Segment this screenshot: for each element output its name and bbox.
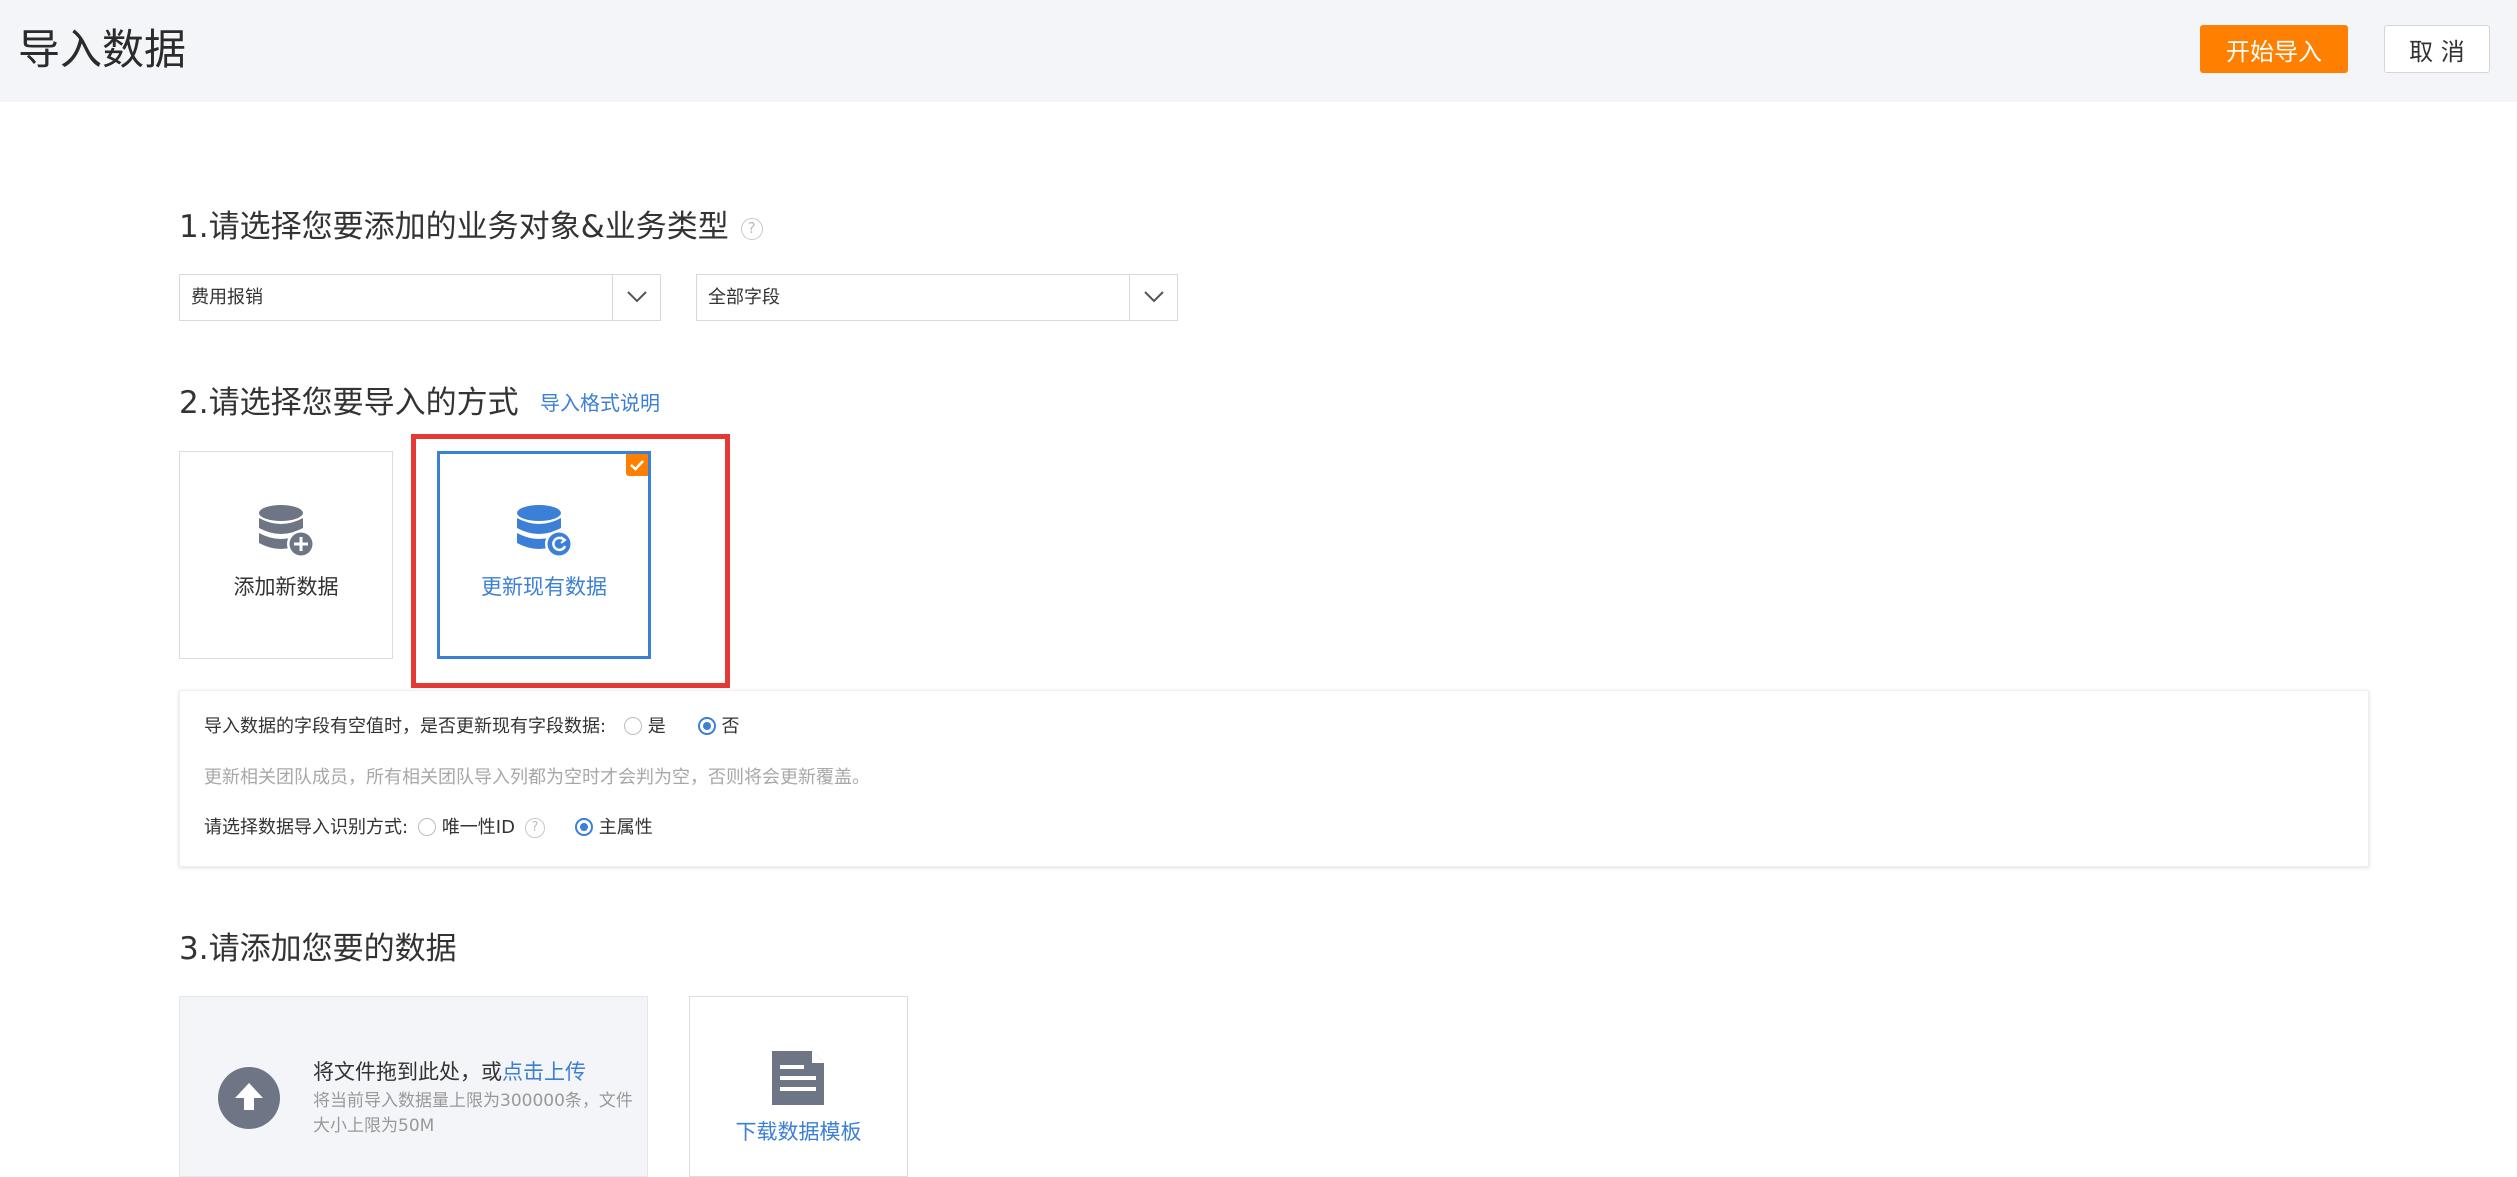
drop-text-line: 将文件拖到此处，或点击上传 xyxy=(313,1057,586,1087)
business-object-select[interactable]: 费用报销 xyxy=(179,274,661,321)
import-format-link[interactable]: 导入格式说明 xyxy=(540,388,660,418)
radio-icon xyxy=(623,717,642,735)
radio-yes[interactable]: 是 xyxy=(623,713,666,741)
radio-no[interactable]: 否 xyxy=(697,713,740,741)
help-icon[interactable]: ? xyxy=(740,217,763,240)
download-template-label: 下载数据模板 xyxy=(735,1120,862,1144)
update-note: 更新相关团队成员，所有相关团队导入列都为空时才会判为空，否则将会更新覆盖。 xyxy=(204,767,870,788)
start-import-button[interactable]: 开始导入 xyxy=(2200,25,2348,73)
method-card-label: 添加新数据 xyxy=(233,575,339,599)
empty-value-question: 导入数据的字段有空值时，是否更新现有字段数据: xyxy=(204,716,607,737)
radio-icon xyxy=(417,818,436,836)
check-icon xyxy=(626,454,648,476)
page-title: 导入数据 xyxy=(18,25,187,74)
business-type-value: 全部字段 xyxy=(708,287,780,308)
business-object-value: 费用报销 xyxy=(191,287,263,308)
help-icon[interactable]: ? xyxy=(524,818,545,838)
radio-unique-id[interactable]: 唯一性ID xyxy=(417,814,515,842)
business-type-select[interactable]: 全部字段 xyxy=(696,274,1178,321)
database-add-icon xyxy=(257,504,317,564)
page-header: 导入数据 开始导入 取 消 xyxy=(0,0,2517,102)
chevron-down-icon[interactable] xyxy=(612,275,660,320)
radio-label: 主属性 xyxy=(598,817,653,838)
click-upload-link[interactable]: 点击上传 xyxy=(502,1060,586,1084)
download-template-card[interactable]: 下载数据模板 xyxy=(689,996,908,1177)
empty-value-row: 导入数据的字段有空值时，是否更新现有字段数据: 是 否 xyxy=(204,713,740,741)
identify-question: 请选择数据导入识别方式: xyxy=(204,817,409,838)
step1-section-title: 1.请选择您要添加的业务对象&业务类型? xyxy=(179,207,763,247)
radio-icon xyxy=(697,717,716,735)
radio-label: 否 xyxy=(721,716,740,737)
upload-limit-text: 将当前导入数据量上限为300000条，文件大小上限为50M xyxy=(313,1091,633,1136)
update-options-panel: 导入数据的字段有空值时，是否更新现有字段数据: 是 否 更新相关团队成员，所有相… xyxy=(179,690,2369,867)
chevron-down-icon[interactable] xyxy=(1129,275,1177,320)
step3-title: 3.请添加您要的数据 xyxy=(179,931,457,967)
file-dropzone[interactable]: 将文件拖到此处，或点击上传 将当前导入数据量上限为300000条，文件大小上限为… xyxy=(179,996,648,1177)
radio-label: 是 xyxy=(647,716,666,737)
method-card-label: 更新现有数据 xyxy=(481,575,607,599)
radio-icon xyxy=(574,818,593,836)
identify-row: 请选择数据导入识别方式: 唯一性ID? 主属性 xyxy=(204,814,653,842)
database-refresh-icon xyxy=(515,504,575,564)
method-card-update[interactable]: 更新现有数据 xyxy=(437,451,651,659)
upload-icon xyxy=(218,1067,280,1129)
cancel-button[interactable]: 取 消 xyxy=(2384,25,2490,73)
step2-title: 2.请选择您要导入的方式 xyxy=(179,385,519,421)
document-icon xyxy=(772,1051,824,1109)
radio-label: 唯一性ID xyxy=(441,817,515,838)
step1-title: 1.请选择您要添加的业务对象&业务类型 xyxy=(179,209,729,245)
radio-main-attribute[interactable]: 主属性 xyxy=(574,814,653,842)
method-card-add[interactable]: 添加新数据 xyxy=(179,451,393,659)
drop-text: 将文件拖到此处，或 xyxy=(313,1060,502,1084)
